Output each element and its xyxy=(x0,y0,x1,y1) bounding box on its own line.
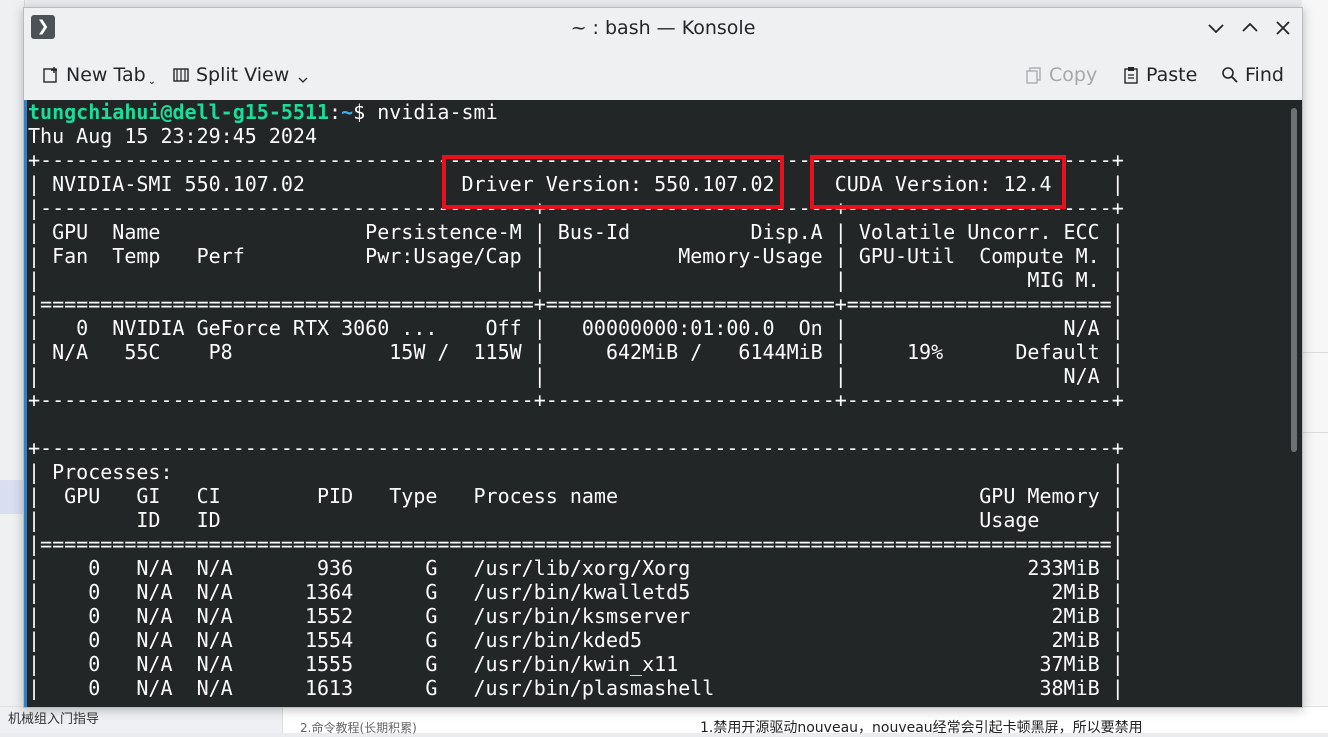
terminal-line: | 0 N/A N/A 1552 G /usr/bin/ksmserver 2M… xyxy=(28,604,1124,628)
prompt-user: tungchiahui@dell-g15-5511 xyxy=(28,100,330,124)
dropdown-indicator-icon: ⌄ xyxy=(147,75,157,87)
cuda-version-highlight xyxy=(810,155,1066,209)
scrollbar-thumb[interactable] xyxy=(1291,108,1297,452)
maximize-button[interactable] xyxy=(1238,16,1262,40)
title-bar[interactable]: ❯ ~ : bash — Konsole xyxy=(24,8,1302,48)
terminal-line: | 0 NVIDIA GeForce RTX 3060 ... Off | 00… xyxy=(28,316,1124,340)
terminal-line: | 0 N/A N/A 1364 G /usr/bin/kwalletd5 2M… xyxy=(28,580,1124,604)
background-sidebar xyxy=(0,0,25,732)
paste-button[interactable]: Paste xyxy=(1122,62,1197,88)
new-tab-label: New Tab xyxy=(66,64,146,86)
terminal-line: | Processes: | xyxy=(28,460,1124,484)
paste-label: Paste xyxy=(1146,64,1198,86)
prompt-line: tungchiahui@dell-g15-5511:~$ nvidia-smi xyxy=(28,100,1124,124)
background-document: 机械组入门指导 2.命令教程(长期积累) 1.禁用开源驱动nouveau，nou… xyxy=(0,706,1328,736)
terminal-focus-indicator xyxy=(24,100,27,707)
terminal-line: | | | N/A | xyxy=(28,364,1124,388)
background-doc-text: 2.命令教程(长期积累) xyxy=(300,721,417,735)
konsole-window: ❯ ~ : bash — Konsole New Tab ⌄ Split Vie… xyxy=(23,7,1303,708)
prompt-colon: : xyxy=(329,100,342,124)
terminal-line: | N/A 55C P8 15W / 115W | 642MiB / 6144M… xyxy=(28,340,1124,364)
chevron-down-icon xyxy=(297,69,309,83)
toolbar: New Tab ⌄ Split View Copy Paste Find xyxy=(24,52,1302,98)
terminal-line: +---------------------------------------… xyxy=(28,436,1124,460)
search-icon xyxy=(1221,66,1239,84)
split-view-label: Split View xyxy=(196,64,290,86)
terminal-line: | 0 N/A N/A 1555 G /usr/bin/kwin_x11 37M… xyxy=(28,652,1124,676)
terminal-line: |=======================================… xyxy=(28,292,1124,316)
terminal-view[interactable]: tungchiahui@dell-g15-5511:~$ nvidia-smi T… xyxy=(24,100,1302,707)
terminal-line: | 0 N/A N/A 1554 G /usr/bin/kded5 2MiB | xyxy=(28,628,1124,652)
background-nav-item[interactable]: 机械组入门指导 xyxy=(8,708,99,727)
find-label: Find xyxy=(1245,64,1284,86)
chevron-down-icon xyxy=(1208,24,1224,34)
terminal-line: | ID ID Usage | xyxy=(28,508,1124,532)
background-doc-text-2: 1.禁用开源驱动nouveau，nouveau经常会引起卡顿黑屏，所以要禁用 xyxy=(700,720,1143,736)
find-button[interactable]: Find xyxy=(1221,62,1284,88)
terminal-line: | Fan Temp Perf Pwr:Usage/Cap | Memory-U… xyxy=(28,244,1124,268)
close-button[interactable] xyxy=(1271,16,1295,40)
copy-button[interactable]: Copy xyxy=(1025,62,1097,88)
prompt-symbol: $ xyxy=(353,100,378,124)
copy-icon xyxy=(1025,66,1043,84)
copy-label: Copy xyxy=(1049,64,1098,86)
output-lines: Thu Aug 15 23:29:45 2024 +---------------… xyxy=(28,124,1124,700)
background-right-pane xyxy=(1302,0,1328,732)
chevron-up-icon xyxy=(1242,22,1258,32)
driver-version-highlight xyxy=(442,155,784,209)
background-sidebar-selection xyxy=(0,480,24,514)
terminal-line: |=======================================… xyxy=(28,532,1124,556)
window-title: ~ : bash — Konsole xyxy=(570,17,756,39)
terminal-line: | | | MIG M. | xyxy=(28,268,1124,292)
paste-icon xyxy=(1122,66,1140,84)
close-icon xyxy=(1276,21,1290,35)
terminal-line: +---------------------------------------… xyxy=(28,388,1124,412)
terminal-line: | 0 N/A N/A 1613 G /usr/bin/plasmashell … xyxy=(28,676,1124,700)
terminal-line: Thu Aug 15 23:29:45 2024 xyxy=(28,124,317,148)
command-text: nvidia-smi xyxy=(377,100,498,124)
split-view-button[interactable]: Split View xyxy=(172,62,309,88)
split-view-icon xyxy=(172,66,190,84)
terminal-line: | 0 N/A N/A 936 G /usr/lib/xorg/Xorg 233… xyxy=(28,556,1124,580)
minimize-button[interactable] xyxy=(1204,16,1228,40)
prompt-path: ~ xyxy=(341,100,354,124)
terminal-line: | GPU GI CI PID Type Process name GPU Me… xyxy=(28,484,1124,508)
new-tab-icon xyxy=(42,66,60,84)
new-tab-button[interactable]: New Tab ⌄ xyxy=(42,62,156,88)
terminal-scrollbar[interactable] xyxy=(1286,100,1302,707)
terminal-line: | GPU Name Persistence-M | Bus-Id Disp.A… xyxy=(28,220,1124,244)
